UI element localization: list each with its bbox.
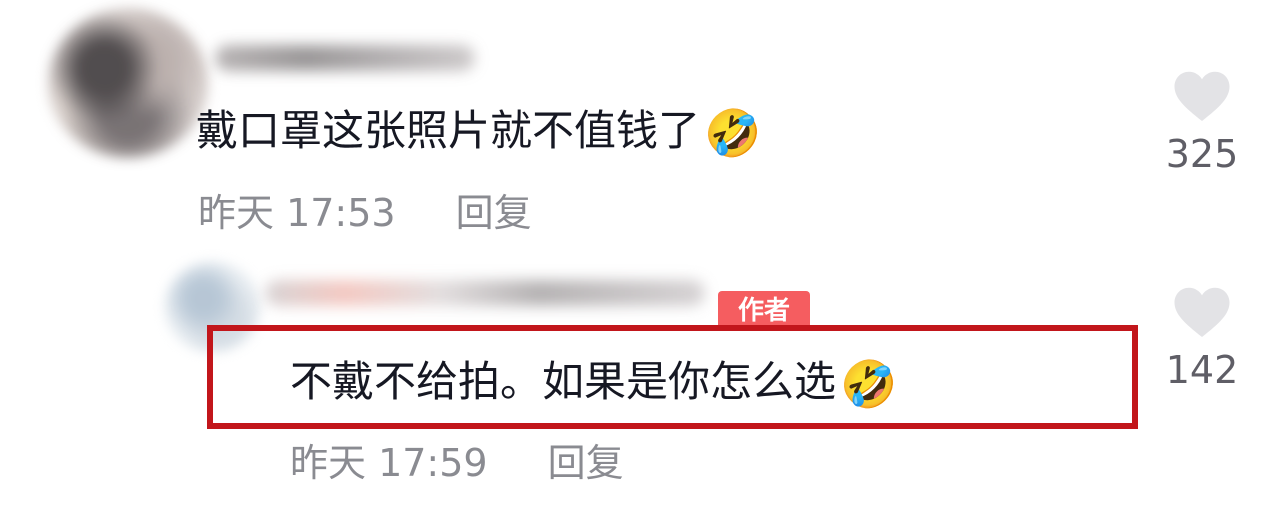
heart-icon[interactable]: [1172, 284, 1232, 340]
laughing-emoji-icon: 🤣: [704, 106, 762, 160]
avatar[interactable]: [165, 262, 260, 352]
comment-text: 不戴不给拍。如果是你怎么选🤣: [290, 357, 897, 409]
username-blurred[interactable]: [215, 45, 475, 71]
reply-button[interactable]: 回复: [456, 191, 532, 235]
heart-icon[interactable]: [1172, 68, 1232, 124]
like-widget[interactable]: 142: [1147, 284, 1257, 392]
username-blurred[interactable]: [265, 280, 705, 306]
comment-text-content: 戴口罩这张照片就不值钱了: [196, 106, 701, 155]
comment-meta: 昨天 17:59 回复: [290, 441, 624, 485]
laughing-emoji-icon: 🤣: [840, 357, 898, 411]
comment-text-content: 不戴不给拍。如果是你怎么选: [290, 357, 837, 406]
comment-item: 戴口罩这张照片就不值钱了🤣 昨天 17:53 回复 325: [0, 0, 1280, 250]
avatar[interactable]: [48, 8, 208, 158]
like-widget[interactable]: 325: [1147, 68, 1257, 176]
like-count: 142: [1165, 348, 1239, 392]
reply-button[interactable]: 回复: [548, 441, 624, 485]
author-badge: 作者: [718, 291, 810, 329]
comment-item: 作者 不戴不给拍。如果是你怎么选🤣 昨天 17:59 回复 142: [0, 250, 1280, 508]
comment-text: 戴口罩这张照片就不值钱了🤣: [196, 106, 761, 158]
comment-meta: 昨天 17:53 回复: [198, 191, 532, 235]
timestamp: 昨天 17:53: [198, 191, 396, 235]
like-count: 325: [1165, 132, 1239, 176]
timestamp: 昨天 17:59: [290, 441, 488, 485]
